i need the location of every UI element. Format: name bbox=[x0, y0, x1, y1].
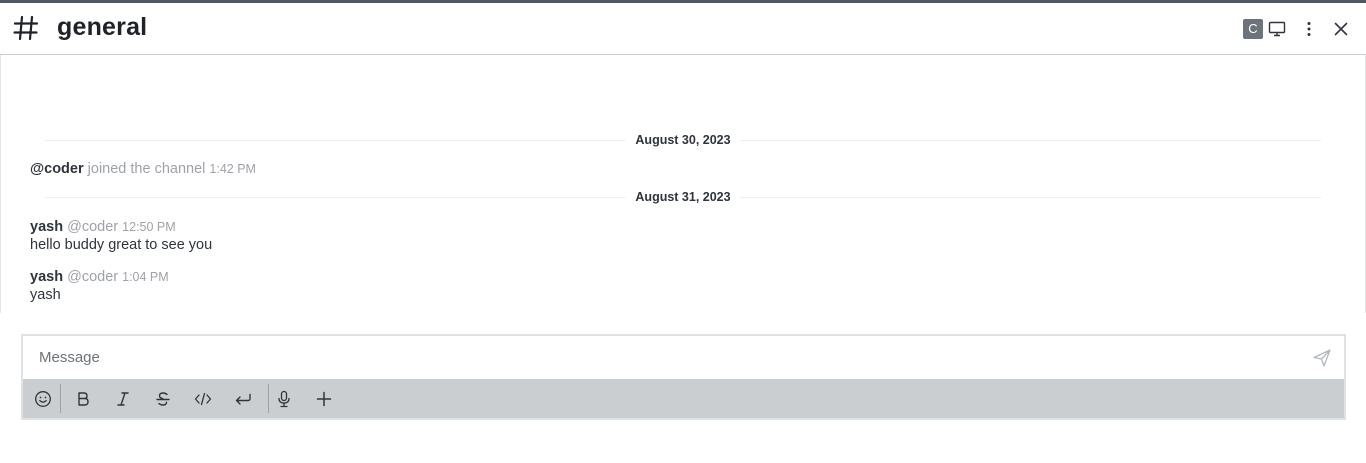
message-body: hello buddy great to see you bbox=[30, 237, 213, 253]
toolbar-separator bbox=[60, 384, 61, 413]
channel-title: general bbox=[57, 13, 148, 41]
date-divider: August 30, 2023 bbox=[45, 133, 1321, 147]
room-header: general C bbox=[0, 3, 1366, 55]
hash-icon bbox=[13, 15, 39, 41]
message-body: yash bbox=[30, 287, 61, 303]
emoji-button[interactable] bbox=[30, 386, 56, 412]
message-input[interactable] bbox=[23, 336, 1344, 379]
strikethrough-icon bbox=[156, 392, 170, 406]
code-block-icon bbox=[235, 393, 251, 405]
monitor-icon bbox=[1268, 21, 1286, 37]
avatar[interactable]: C bbox=[1243, 19, 1263, 39]
bold-button[interactable] bbox=[70, 386, 96, 412]
date-divider: August 31, 2023 bbox=[45, 190, 1321, 204]
close-icon bbox=[1334, 22, 1348, 36]
message-author-username[interactable]: @coder bbox=[67, 219, 118, 235]
strikethrough-button[interactable] bbox=[150, 386, 176, 412]
message-author-username[interactable]: @coder bbox=[67, 269, 118, 285]
add-button[interactable] bbox=[311, 386, 337, 412]
microphone-button[interactable] bbox=[271, 386, 297, 412]
message-time: 12:50 PM bbox=[122, 220, 176, 234]
emoji-icon bbox=[35, 391, 51, 407]
date-label: August 31, 2023 bbox=[625, 190, 741, 204]
system-message: @coder joined the channel 1:42 PM bbox=[30, 161, 256, 177]
message-header: yash @coder 12:50 PM bbox=[30, 218, 212, 236]
message-time: 1:04 PM bbox=[122, 270, 169, 284]
message-time: 1:42 PM bbox=[209, 162, 256, 176]
italic-icon bbox=[117, 392, 129, 406]
message-composer bbox=[21, 334, 1346, 420]
system-message-user[interactable]: @coder bbox=[30, 161, 84, 177]
bold-icon bbox=[78, 392, 89, 406]
composer-toolbar bbox=[23, 379, 1344, 418]
message-item[interactable]: yash @coder 1:04 PM yash bbox=[30, 268, 169, 304]
kebab-menu-button[interactable] bbox=[1297, 17, 1321, 41]
kebab-menu-icon bbox=[1307, 22, 1311, 36]
code-button[interactable] bbox=[190, 386, 216, 412]
message-author-name[interactable]: yash bbox=[30, 269, 63, 285]
panel-left-border bbox=[0, 55, 1, 313]
message-header: yash @coder 1:04 PM bbox=[30, 268, 169, 286]
send-icon[interactable] bbox=[1312, 348, 1332, 368]
italic-button[interactable] bbox=[110, 386, 136, 412]
message-author-name[interactable]: yash bbox=[30, 219, 63, 235]
date-label: August 30, 2023 bbox=[625, 133, 741, 147]
code-block-button[interactable] bbox=[230, 386, 256, 412]
microphone-icon bbox=[278, 390, 290, 408]
toolbar-separator bbox=[268, 384, 269, 413]
close-button[interactable] bbox=[1329, 17, 1353, 41]
call-button[interactable] bbox=[1265, 17, 1289, 41]
code-icon bbox=[194, 392, 212, 406]
plus-icon bbox=[316, 391, 332, 407]
message-item[interactable]: yash @coder 12:50 PM hello buddy great t… bbox=[30, 218, 212, 254]
system-message-text: joined the channel bbox=[87, 161, 206, 177]
